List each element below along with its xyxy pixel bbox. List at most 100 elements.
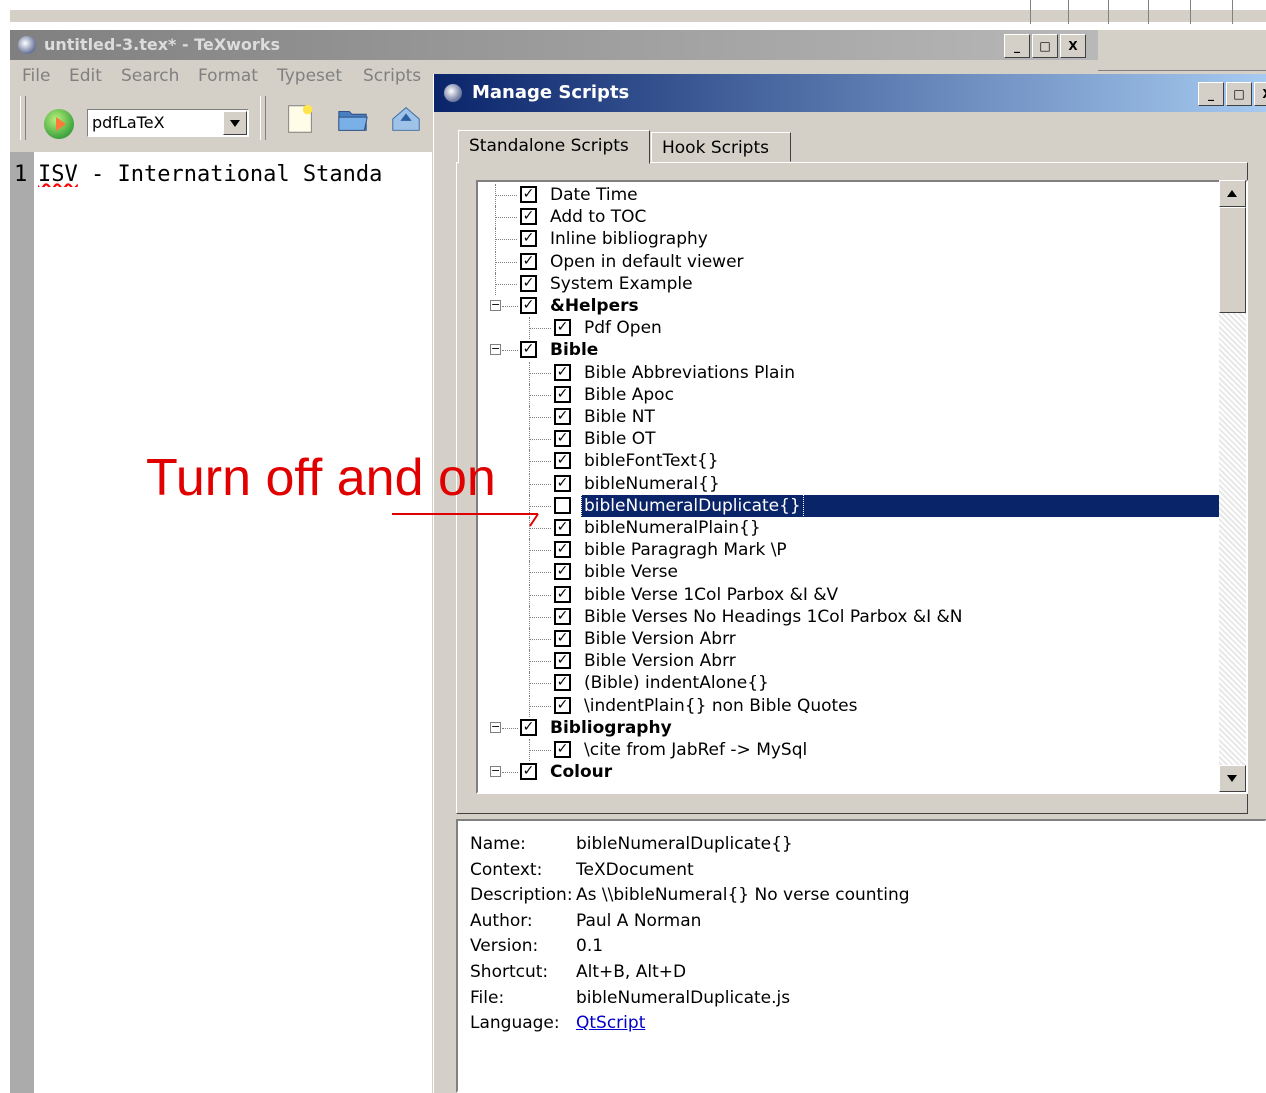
- typeset-engine-select[interactable]: pdfLaTeX: [87, 109, 249, 137]
- checkbox-icon[interactable]: ✓: [554, 385, 571, 403]
- tree-item-row[interactable]: ✓ (Bible) indentAlone{}: [478, 672, 1223, 695]
- checkbox-icon[interactable]: ✓: [554, 741, 571, 758]
- strip-tick: [1232, 0, 1233, 24]
- checkbox-icon[interactable]: ✓: [520, 186, 537, 203]
- checkbox-icon[interactable]: ✓: [554, 452, 571, 470]
- toolbar-grip[interactable]: [260, 96, 266, 140]
- menu-typeset[interactable]: Typeset: [277, 66, 342, 86]
- checkbox-icon[interactable]: ✓: [520, 763, 537, 781]
- tree-item-row[interactable]: ✓ Bible Abbreviations Plain: [478, 361, 1223, 384]
- tree-item-row[interactable]: ✓ Open in default viewer: [478, 250, 1223, 273]
- scroll-thumb[interactable]: [1219, 207, 1246, 313]
- checkbox-icon[interactable]: ✓: [554, 319, 571, 337]
- tree-item-row[interactable]: ✓ Bible Version Abrr: [478, 650, 1223, 673]
- checkbox-icon[interactable]: ✓: [520, 208, 537, 226]
- dialog-maximize-button[interactable]: □: [1226, 82, 1252, 106]
- checkbox-icon[interactable]: ✓: [554, 607, 571, 625]
- maximize-button[interactable]: □: [1032, 34, 1058, 58]
- language-link[interactable]: QtScript: [576, 1010, 645, 1036]
- texworks-titlebar[interactable]: untitled-3.tex* - TeXworks _ □ X: [10, 30, 1100, 60]
- tree-expander-icon[interactable]: −: [490, 343, 501, 356]
- menu-edit[interactable]: Edit: [69, 66, 102, 86]
- tree-expander-icon[interactable]: −: [490, 721, 501, 733]
- tree-item-row[interactable]: ✓ bibleFontText{}: [478, 450, 1223, 473]
- tree-item-row[interactable]: ✓ Bible OT: [478, 428, 1223, 451]
- chevron-down-icon[interactable]: [223, 111, 247, 135]
- close-button[interactable]: X: [1060, 34, 1086, 58]
- scripts-tree[interactable]: ✓ Date Time ✓ Add to TOC ✓ Inline bibliograph…: [476, 180, 1248, 794]
- scroll-down-icon[interactable]: [1219, 765, 1246, 792]
- typeset-play-icon[interactable]: [44, 109, 74, 139]
- minimize-button[interactable]: _: [1004, 34, 1030, 58]
- toolbar-grip[interactable]: [20, 96, 26, 140]
- tree-item-row[interactable]: ✓ bible Verse: [478, 561, 1223, 584]
- tree-item-row[interactable]: ✓ bibleNumeralPlain{}: [478, 517, 1223, 539]
- menu-scripts[interactable]: Scripts: [363, 66, 421, 86]
- tree-group-row[interactable]: − ✓ &Helpers: [478, 295, 1223, 317]
- tree-item-row[interactable]: ✓ Pdf Open: [478, 317, 1223, 340]
- checkbox-icon[interactable]: ✓: [520, 252, 537, 270]
- checkbox-icon[interactable]: ✓: [520, 341, 537, 359]
- checkbox-icon[interactable]: ✓: [554, 563, 571, 581]
- tree-item-row[interactable]: ✓ Bible NT: [478, 406, 1223, 428]
- checkbox-icon[interactable]: ✓: [554, 474, 571, 492]
- tree-item-label: \indentPlain{} non Bible Quotes: [584, 695, 858, 716]
- tree-item-row[interactable]: ✓ Inline bibliography: [478, 228, 1223, 251]
- tree-item-row[interactable]: ✓ Date Time: [478, 184, 1223, 206]
- tree-item-row[interactable]: ✓ Bible Version Abrr: [478, 628, 1223, 650]
- editor-text-rest: - International Standa: [77, 162, 383, 187]
- checkbox-icon[interactable]: ✓: [554, 630, 571, 647]
- checkbox-icon[interactable]: ✓: [554, 363, 571, 381]
- tree-item-row[interactable]: ✓ bible Paragragh Mark \P: [478, 539, 1223, 562]
- tree-connector: [495, 283, 517, 285]
- checkbox-icon[interactable]: ✓: [520, 718, 537, 736]
- save-icon[interactable]: [388, 102, 424, 136]
- open-folder-icon[interactable]: [335, 102, 371, 136]
- tab-hook-scripts[interactable]: Hook Scripts: [651, 132, 791, 162]
- tree-item-row[interactable]: ✓ \indentPlain{} non Bible Quotes: [478, 694, 1223, 717]
- new-document-icon[interactable]: [282, 102, 318, 136]
- misspelled-word[interactable]: ISV: [38, 162, 78, 187]
- checkbox-icon[interactable]: ✓: [554, 696, 571, 714]
- tree-expander-icon[interactable]: −: [490, 299, 501, 311]
- tree-expander-icon[interactable]: −: [490, 765, 501, 778]
- checkbox-icon[interactable]: ✓: [520, 297, 537, 314]
- tree-item-row[interactable]: ✓ bible Verse 1Col Parbox &I &V: [478, 583, 1223, 606]
- tree-item-row[interactable]: ✓ System Example: [478, 272, 1223, 295]
- checkbox-icon[interactable]: ✓: [554, 585, 571, 603]
- tree-item-row[interactable]: ✓ Add to TOC: [478, 206, 1223, 229]
- editor-text[interactable]: ISV - International Standa: [38, 162, 432, 187]
- tab-standalone-scripts[interactable]: Standalone Scripts: [458, 130, 650, 164]
- checkbox-icon[interactable]: ✓: [554, 408, 571, 425]
- tree-scrollbar[interactable]: [1219, 180, 1246, 792]
- tree-item-row[interactable]: bibleNumeralDuplicate{}: [478, 493, 1223, 518]
- menu-search[interactable]: Search: [121, 66, 179, 86]
- tree-item-row[interactable]: ✓ Bible Verses No Headings 1Col Parbox &I…: [478, 605, 1223, 628]
- tree-group-row[interactable]: − ✓ Bible: [478, 339, 1223, 361]
- tree-group-row[interactable]: − ✓ Bibliography: [478, 717, 1223, 739]
- dialog-close-button[interactable]: X: [1254, 82, 1266, 106]
- texworks-app-icon[interactable]: [18, 36, 36, 54]
- line-number-gutter: [10, 152, 34, 1093]
- checkbox-icon[interactable]: ✓: [520, 230, 537, 248]
- menu-file[interactable]: File: [22, 66, 50, 86]
- checkbox-icon[interactable]: ✓: [554, 674, 571, 692]
- checkbox-icon[interactable]: ✓: [554, 430, 571, 448]
- engine-value: pdfLaTeX: [92, 113, 165, 132]
- tree-item-row[interactable]: ✓ Bible Apoc: [478, 383, 1223, 406]
- info-key: Description:: [470, 885, 573, 906]
- checkbox-icon[interactable]: ✓: [554, 652, 571, 670]
- checkbox-icon[interactable]: ✓: [520, 274, 537, 292]
- scroll-up-icon[interactable]: [1219, 180, 1246, 207]
- menu-format[interactable]: Format: [198, 66, 258, 86]
- info-key: Name:: [470, 834, 526, 854]
- tree-item-row[interactable]: ✓ bibleNumeral{}: [478, 472, 1223, 495]
- tree-item-row[interactable]: ✓ \cite from JabRef -> MySql: [478, 739, 1223, 761]
- desktop-strip: [0, 0, 1266, 30]
- dialog-titlebar[interactable]: Manage Scripts _ □ X: [434, 74, 1266, 112]
- checkbox-icon[interactable]: ✓: [554, 541, 571, 559]
- editor-area[interactable]: 1 ISV - International Standa: [10, 152, 432, 1093]
- tree-item-label: &Helpers: [550, 296, 639, 316]
- tree-group-row[interactable]: − ✓ Colour: [478, 761, 1223, 783]
- dialog-minimize-button[interactable]: _: [1198, 82, 1224, 106]
